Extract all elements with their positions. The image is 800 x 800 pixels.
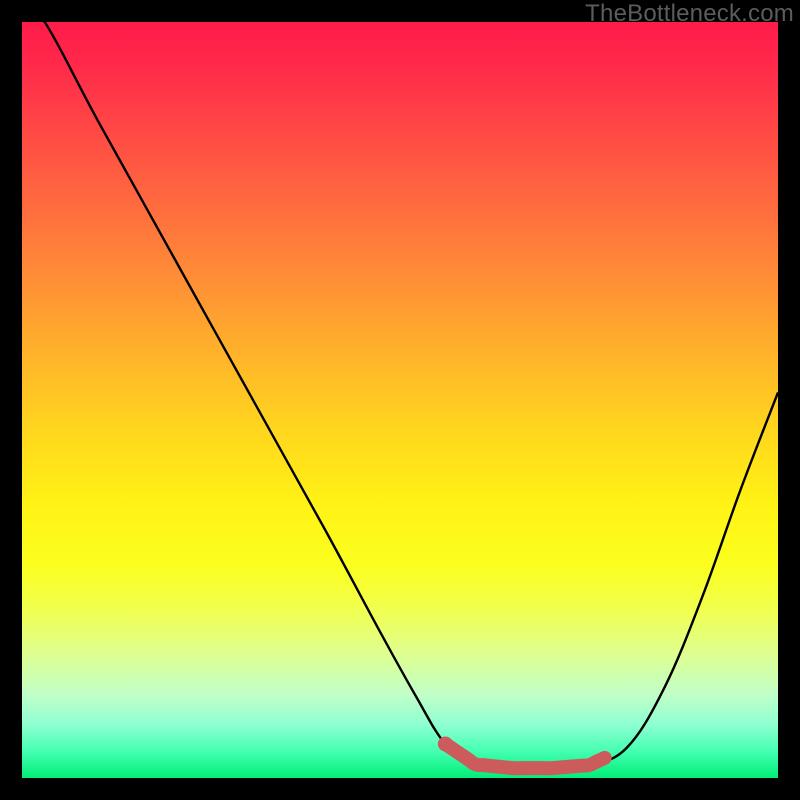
accent-dot [438, 736, 453, 751]
plot-area [22, 22, 778, 778]
curve-path [22, 22, 778, 769]
bottleneck-curve [22, 22, 778, 778]
optimal-range-highlight [445, 744, 604, 768]
chart-frame: TheBottleneck.com [0, 0, 800, 800]
